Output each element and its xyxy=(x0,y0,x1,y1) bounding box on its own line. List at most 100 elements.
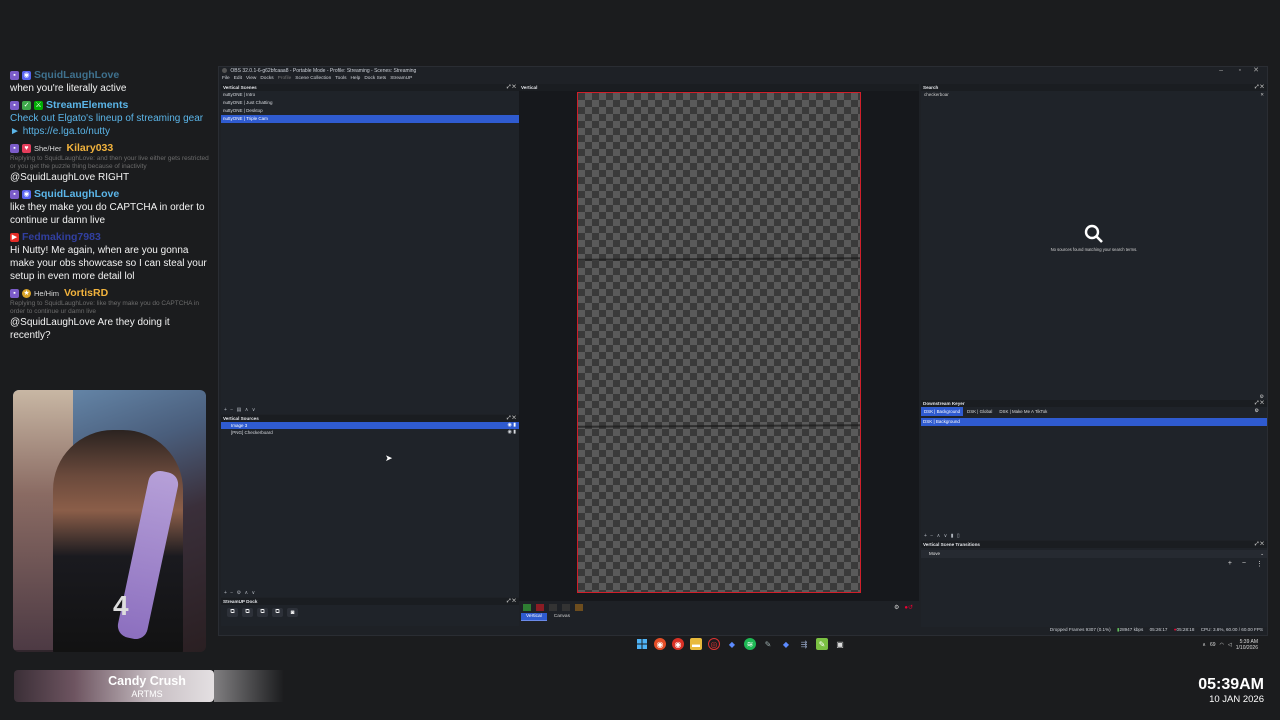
close-icon[interactable]: ✕ xyxy=(1253,67,1259,75)
stream-status-icon[interactable] xyxy=(523,603,531,611)
streamup-tool-icon[interactable]: ⧉ xyxy=(227,608,238,617)
tab-dsk-global[interactable]: DSK | Global xyxy=(964,407,995,416)
dock-close-icon[interactable]: ⤢ ✕ xyxy=(507,415,516,422)
mouse-cursor-icon: ➤ xyxy=(385,453,393,463)
chat-link[interactable]: https://e.lga.to/nutty xyxy=(23,126,110,137)
app-icon[interactable]: ◆ xyxy=(726,638,738,650)
scene-item[interactable]: nuttyONE | Intro xyxy=(221,91,519,99)
maximize-icon[interactable]: ▫ xyxy=(1239,67,1241,75)
menu-file[interactable]: File xyxy=(222,75,230,83)
wifi-icon[interactable]: ◠ xyxy=(1220,642,1224,648)
chevron-down-icon: ⌄ xyxy=(1260,551,1264,556)
settings-icon[interactable]: ⚙ xyxy=(894,604,899,611)
record-icon[interactable]: ●↺ xyxy=(904,604,913,611)
app-icon[interactable]: ✎ xyxy=(762,638,774,650)
app-icon[interactable]: ▣ xyxy=(834,638,846,650)
record-time: 05:28:18 xyxy=(1176,627,1195,632)
tab-vertical[interactable]: Vertical xyxy=(521,613,547,621)
menu-tools[interactable]: Tools xyxy=(335,75,346,83)
dock-title: StreamUP Dock ⤢ ✕ xyxy=(221,598,519,605)
dock-close-icon[interactable]: ⤢ ✕ xyxy=(507,84,516,91)
search-input[interactable]: checkerboar ✕ xyxy=(921,91,1267,99)
menu-profile[interactable]: Profile xyxy=(278,75,292,83)
chrome-icon[interactable]: ◉ xyxy=(672,638,684,650)
windows-start-icon[interactable] xyxy=(636,638,648,650)
scene-item-selected[interactable]: nuttyONE | Triple Cam xyxy=(221,115,519,123)
song-artist: ARTMS xyxy=(131,689,163,699)
menu-view[interactable]: View xyxy=(246,75,256,83)
menu-bar: File Edit View Docks Profile Scene Colle… xyxy=(219,75,1267,83)
chat-text: @SquidLaughLove RIGHT xyxy=(10,172,130,183)
search-dock: Search ⤢ ✕ checkerboar ✕ No sources found … xyxy=(921,84,1267,400)
tab-dsk-background[interactable]: DSK | Background xyxy=(921,407,964,416)
dsk-controls[interactable]: + − ∧ ∨ ▮ ▯ xyxy=(921,533,961,540)
menu-scene-collection[interactable]: Scene Collection xyxy=(295,75,331,83)
virtualcam-icon[interactable] xyxy=(562,603,570,611)
settings-icon[interactable]: ⚙ xyxy=(1255,407,1259,416)
menu-docks[interactable]: Docks xyxy=(260,75,273,83)
twitch-icon: ▪ xyxy=(10,143,19,153)
window-title: OBS 32.0.1-6-g62bfcaaa8 - Portable Mode … xyxy=(230,68,417,74)
battery-indicator[interactable]: 69 xyxy=(1210,642,1216,648)
menu-edit[interactable]: Edit xyxy=(234,75,242,83)
app-icon[interactable]: ◆ xyxy=(780,638,792,650)
tab-dsk-tiktok[interactable]: DSK | Make Me A TikTok xyxy=(996,407,1050,416)
obs-logo-icon xyxy=(222,68,227,74)
chevron-up-icon[interactable]: ∧ xyxy=(1202,642,1206,648)
camera-icon[interactable]: ◙ xyxy=(287,608,298,617)
chrome-icon[interactable]: ◉ xyxy=(654,638,666,650)
app-icon[interactable]: ⇶ xyxy=(798,638,810,650)
streamup-tool-icon[interactable]: ⧉ xyxy=(242,608,253,617)
add-icon[interactable]: + xyxy=(1228,560,1232,568)
source-controls[interactable]: + − ⚙ ∧ ∨ xyxy=(221,590,256,597)
more-icon[interactable]: ⋮ xyxy=(1256,560,1263,568)
cpu-fps: CPU: 3.6%, 60.00 / 60.00 FPS xyxy=(1200,627,1263,632)
chat-reply: Replying to SquidLaughLove: and then you… xyxy=(10,155,209,170)
visibility-lock-icon[interactable]: ◉ ▮ xyxy=(507,422,516,429)
dock-title: Vertical Scene Transitions ⤢ ✕ xyxy=(921,541,1267,548)
file-explorer-icon[interactable]: ▬ xyxy=(690,638,702,650)
source-item-selected[interactable]: Image 3 ◉ ▮ xyxy=(221,422,519,429)
song-title: Candy Crush xyxy=(108,674,186,688)
source-item[interactable]: [PNG] Checkerboard ◉ ▮ xyxy=(221,429,519,436)
chat-pronoun: She/Her xyxy=(34,143,62,153)
menu-dock-sets[interactable]: Dock Sets xyxy=(364,75,386,83)
remove-icon[interactable]: − xyxy=(1242,560,1246,568)
preview-canvas[interactable] xyxy=(577,92,861,593)
discord-icon: ◉ xyxy=(22,189,31,199)
dock-close-icon[interactable]: ⤢ ✕ xyxy=(507,598,516,605)
replay-icon[interactable] xyxy=(575,603,583,611)
dock-close-icon[interactable]: ⤢ ✕ xyxy=(1255,541,1264,548)
spotify-icon[interactable]: ≋ xyxy=(744,638,756,650)
minimize-icon[interactable]: – xyxy=(1219,67,1223,75)
dropped-frames: Dropped Frames 9307 (0.1%) xyxy=(1049,627,1111,632)
visibility-lock-icon[interactable]: ◉ ▮ xyxy=(507,429,516,436)
dsk-item-selected[interactable]: DSK | Background xyxy=(921,418,1267,426)
pause-icon[interactable] xyxy=(549,603,557,611)
menu-help[interactable]: Help xyxy=(350,75,360,83)
dock-close-icon[interactable]: ⤢ ✕ xyxy=(1255,84,1264,91)
stream-clock: 05:39AM 10 JAN 2026 xyxy=(1198,676,1264,705)
dock-close-icon[interactable]: ⤢ ✕ xyxy=(1255,400,1264,407)
record-status-icon[interactable] xyxy=(536,603,544,611)
tray-clock[interactable]: 5:39 AM 1/10/2026 xyxy=(1236,639,1258,651)
clock-time: 05:39AM xyxy=(1198,676,1264,693)
vertical-preview[interactable] xyxy=(519,84,919,601)
menu-streamup[interactable]: StreamUP xyxy=(390,75,412,83)
app-icon[interactable]: ✎ xyxy=(816,638,828,650)
streamup-tool-icon[interactable]: ⧉ xyxy=(257,608,268,617)
volume-icon[interactable]: ◁ xyxy=(1228,642,1232,648)
chat-username: Fedmaking7983 xyxy=(22,230,101,243)
transition-select[interactable]: Move ⌄ xyxy=(921,550,1267,558)
scene-item[interactable]: nuttyONE | Desktop xyxy=(221,107,519,115)
clear-search-icon[interactable]: ✕ xyxy=(1260,92,1264,98)
now-playing: Candy Crush ARTMS xyxy=(14,670,214,702)
scene-controls[interactable]: + − ▤ ∧ ∨ xyxy=(221,407,256,414)
chat-text: Hi Nutty! Me again, when are you gonna m… xyxy=(10,245,207,282)
tab-canvas[interactable]: Canvas xyxy=(549,613,575,621)
streamup-tool-icon[interactable]: ⧉ xyxy=(272,608,283,617)
scene-item[interactable]: nuttyONE | Just Chatting xyxy=(221,99,519,107)
chat-text: @SquidLaughLove Are they doing it recent… xyxy=(10,317,170,341)
obs-icon[interactable]: ◎ xyxy=(708,638,720,650)
subscriber-icon: ★ xyxy=(22,288,31,298)
